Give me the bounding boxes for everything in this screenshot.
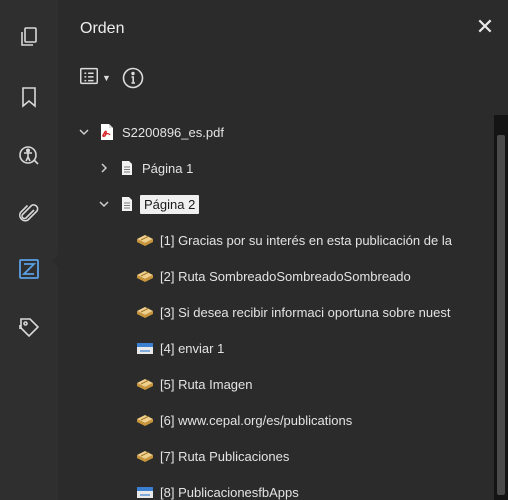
tag-item-label: [6] www.cepal.org/es/publications [160,412,353,428]
close-button[interactable]: ✕ [472,14,498,40]
chevron-right-icon[interactable] [96,160,112,176]
page-icon [118,195,136,213]
tag-item[interactable]: [7] Ruta Publicaciones [136,438,494,474]
tag-icon [136,267,154,285]
tag-item[interactable]: [1] Gracias por su interés en esta publi… [136,222,494,258]
tag-icon [136,231,154,249]
tag-item-label: [8] PublicacionesfbApps [160,484,299,500]
tag-item[interactable]: [5] Ruta Imagen [136,366,494,402]
pdf-file-icon [98,123,116,141]
order-panel: Orden ✕ ▼ S2200896_es.pdf Página 1 Págin… [58,0,508,500]
chevron-down-icon[interactable] [96,196,112,212]
tree-page-row[interactable]: Página 1 [96,150,494,186]
page-icon [118,159,136,177]
tag-item-label: [2] Ruta SombreadoSombreadoSombreado [160,268,411,284]
tag-item-label: [3] Si desea recibir informaci oportuna … [160,304,451,320]
tag-icon [136,303,154,321]
tag-icon [136,375,154,393]
tag-item[interactable]: [4] enviar 1 [136,330,494,366]
attachment-icon[interactable] [12,197,46,231]
scrollbar-thumb[interactable] [497,135,505,495]
accessibility-icon[interactable] [12,139,46,173]
tag-item[interactable]: [3] Si desea recibir informaci oportuna … [136,294,494,330]
left-tool-rail [0,0,61,500]
tag-item[interactable]: [2] Ruta SombreadoSombreadoSombreado [136,258,494,294]
tag-icon [136,447,154,465]
tag-tree: S2200896_es.pdf Página 1 Página 2 [1] Gr… [58,112,494,500]
tag-item-label: [4] enviar 1 [160,340,225,356]
vertical-scrollbar[interactable] [494,115,508,500]
bookmark-icon[interactable] [12,80,46,114]
tree-page-row[interactable]: Página 2 [96,186,494,222]
figure-icon [136,339,154,357]
info-icon[interactable] [121,66,145,90]
panel-title: Orden [80,20,125,37]
tree-root-label: S2200896_es.pdf [122,124,224,140]
chevron-down-icon[interactable] [76,124,92,140]
options-list-icon [78,65,100,92]
chevron-down-icon: ▼ [102,73,111,83]
tag-item-label: [7] Ruta Publicaciones [160,448,290,464]
tag-item-label: [5] Ruta Imagen [160,376,253,392]
tree-page-label: Página 1 [142,160,194,176]
tag-icon [136,411,154,429]
tree-root-row[interactable]: S2200896_es.pdf [76,114,494,150]
figure-icon [136,483,154,500]
tag-item-label: [1] Gracias por su interés en esta publi… [160,232,452,248]
pages-icon[interactable] [12,20,46,54]
options-menu-button[interactable]: ▼ [78,65,111,92]
content-icon[interactable] [12,310,46,344]
tags-icon[interactable] [12,252,46,286]
tag-item[interactable]: [8] PublicacionesfbApps [136,474,494,500]
tag-item[interactable]: [6] www.cepal.org/es/publications [136,402,494,438]
tree-page-label-selected: Página 2 [140,194,200,214]
panel-toolbar: ▼ [78,63,145,93]
